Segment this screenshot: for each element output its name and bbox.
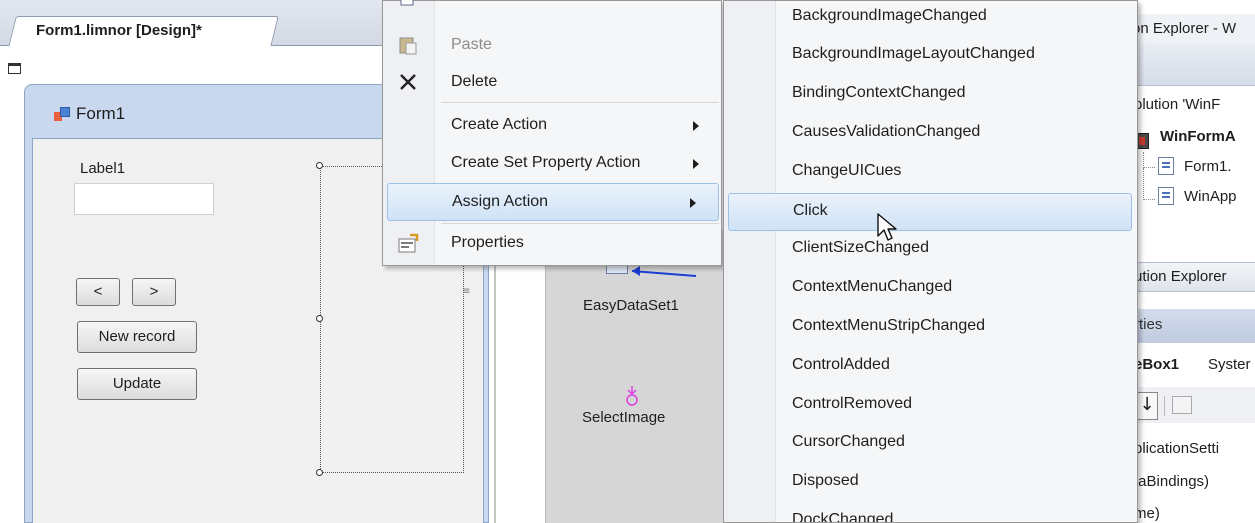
submenu-item-click[interactable]: Click <box>728 193 1132 231</box>
assign-action-submenu: BackgroundImageChanged BackgroundImageLa… <box>723 0 1138 523</box>
menu-separator <box>441 223 719 224</box>
tree-connector <box>1143 152 1155 168</box>
properties-title: rties <box>1134 316 1163 333</box>
app-file-icon <box>1158 187 1174 205</box>
mouse-pointer-icon <box>877 213 897 241</box>
property-pages-icon[interactable] <box>1172 396 1192 414</box>
submenu-item[interactable]: CausesValidationChanged <box>776 115 1136 153</box>
form-file-icon <box>1158 157 1174 175</box>
form-icon <box>54 107 70 121</box>
select-image-label[interactable]: SelectImage <box>582 409 665 426</box>
submenu-arrow-icon <box>693 121 699 131</box>
previous-button[interactable]: < <box>76 278 120 306</box>
submenu-icon-gutter <box>724 1 776 522</box>
submenu-arrow-icon <box>693 159 699 169</box>
label1-control[interactable]: Label1 <box>80 160 125 177</box>
menu-item-assign-action[interactable]: Assign Action <box>387 183 719 221</box>
property-row[interactable]: taBindings) <box>1134 473 1209 490</box>
project-node[interactable]: WinFormA <box>1160 128 1236 145</box>
new-record-button[interactable]: New record <box>77 321 197 353</box>
submenu-item[interactable]: BackgroundImageLayoutChanged <box>776 37 1136 75</box>
menu-item-create-set-property-action[interactable]: Create Set Property Action <box>435 145 721 183</box>
submenu-item[interactable]: ContextMenuStripChanged <box>776 309 1136 347</box>
submenu-item[interactable]: CursorChanged <box>776 425 1136 463</box>
delete-icon <box>400 74 416 90</box>
submenu-item[interactable]: ChangeUICues <box>776 154 1136 192</box>
solution-explorer-tab-label[interactable]: ution Explorer <box>1134 268 1227 285</box>
menu-item-paste[interactable]: Paste <box>435 27 721 65</box>
tray-divider <box>494 230 496 523</box>
submenu-item[interactable]: BackgroundImageChanged <box>776 1 1136 37</box>
properties-object-type[interactable]: Syster <box>1208 356 1251 373</box>
submenu-item[interactable]: ControlAdded <box>776 348 1136 386</box>
link-arrow-icon <box>631 266 697 277</box>
textbox-control[interactable] <box>74 183 214 215</box>
form-file-node[interactable]: Form1. <box>1184 158 1232 175</box>
submenu-item[interactable]: ContextMenuChanged <box>776 270 1136 308</box>
dataset-label[interactable]: EasyDataSet1 <box>583 297 679 314</box>
menu-item-properties[interactable]: Properties <box>435 225 721 263</box>
form-title: Form1 <box>76 104 126 123</box>
menu-item-delete[interactable]: Delete <box>435 64 721 102</box>
sort-icon[interactable]: ↓ <box>1136 392 1158 420</box>
select-image-icon[interactable] <box>623 385 641 407</box>
resize-handle[interactable] <box>316 469 323 476</box>
copy-icon <box>400 0 414 6</box>
resize-handle[interactable] <box>316 162 323 169</box>
app-file-node[interactable]: WinApp <box>1184 188 1237 205</box>
submenu-item[interactable]: Disposed <box>776 464 1136 502</box>
submenu-item[interactable]: DockChanged <box>776 503 1136 522</box>
next-button[interactable]: > <box>132 278 176 306</box>
resize-handle[interactable] <box>316 315 323 322</box>
collapse-icon[interactable] <box>8 63 21 74</box>
submenu-item[interactable]: ClientSizeChanged <box>776 231 1136 269</box>
splitter-grip-icon[interactable]: ≡ <box>462 287 472 302</box>
properties-icon <box>398 233 419 253</box>
document-tab-label[interactable]: Form1.limnor [Design]* <box>36 22 202 39</box>
submenu-item[interactable]: ControlRemoved <box>776 387 1136 425</box>
submenu-item[interactable]: BindingContextChanged <box>776 76 1136 114</box>
update-button[interactable]: Update <box>77 368 197 400</box>
menu-separator <box>441 102 719 103</box>
toolbar-separator <box>1164 396 1165 416</box>
context-menu: Paste Delete Create Action Create Set Pr… <box>382 0 722 266</box>
solution-explorer-toolbar[interactable] <box>1132 44 1255 86</box>
menu-item-create-action[interactable]: Create Action <box>435 107 721 145</box>
property-row[interactable]: plicationSetti <box>1134 440 1219 457</box>
properties-object-name[interactable]: eBox1 <box>1134 356 1179 373</box>
paste-icon <box>399 37 417 55</box>
tree-connector <box>1143 168 1155 200</box>
solution-explorer-title: on Explorer - W <box>1132 20 1237 37</box>
submenu-arrow-icon <box>690 198 696 208</box>
solution-node[interactable]: olution 'WinF <box>1134 96 1220 113</box>
